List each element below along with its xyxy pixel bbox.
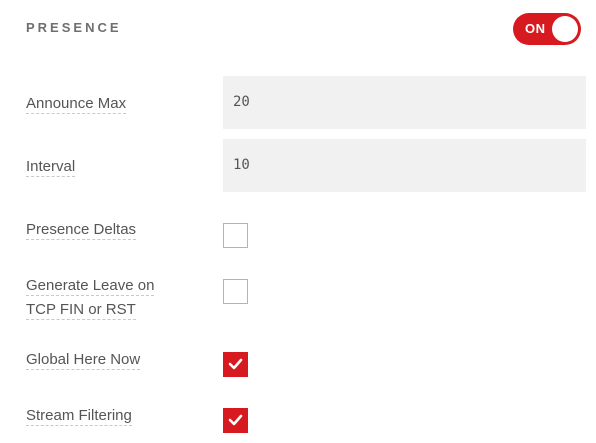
presence-deltas-label-text: Presence Deltas <box>26 221 137 240</box>
interval-input[interactable]: 10 <box>223 139 586 192</box>
generate-leave-label-line2: TCP FIN or RST <box>26 301 136 320</box>
generate-leave-label: Generate Leave on TCP FIN or RST <box>26 274 186 322</box>
interval-label-text: Interval <box>26 158 76 177</box>
generate-leave-label-line1: Generate Leave on <box>26 277 155 296</box>
checkmark-icon <box>228 414 243 426</box>
announce-max-label: Announce Max <box>26 92 127 116</box>
global-here-now-label: Global Here Now <box>26 348 141 372</box>
toggle-knob <box>552 16 578 42</box>
stream-filtering-label-text: Stream Filtering <box>26 407 132 426</box>
checkmark-icon <box>228 358 243 370</box>
announce-max-input[interactable]: 20 <box>223 76 586 129</box>
global-here-now-checkbox[interactable] <box>223 352 248 377</box>
stream-filtering-label: Stream Filtering <box>26 404 132 428</box>
interval-label: Interval <box>26 155 76 179</box>
presence-toggle[interactable]: ON <box>513 13 581 45</box>
generate-leave-checkbox[interactable] <box>223 279 248 304</box>
presence-deltas-label: Presence Deltas <box>26 218 137 242</box>
announce-max-label-text: Announce Max <box>26 95 127 114</box>
global-here-now-label-text: Global Here Now <box>26 351 141 370</box>
section-title: PRESENCE <box>26 20 122 35</box>
presence-deltas-checkbox[interactable] <box>223 223 248 248</box>
toggle-label: ON <box>525 21 546 36</box>
stream-filtering-checkbox[interactable] <box>223 408 248 433</box>
